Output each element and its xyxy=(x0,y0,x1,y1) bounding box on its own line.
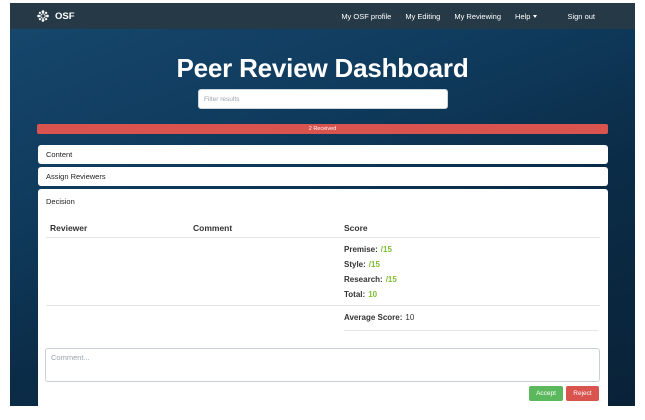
nav-my-reviewing[interactable]: My Reviewing xyxy=(454,12,501,21)
top-navbar: OSF My OSF profile My Editing My Reviewi… xyxy=(10,3,635,29)
table-divider xyxy=(46,305,600,306)
score-style-label: Style: xyxy=(344,260,366,269)
nav-help-dropdown[interactable]: Help xyxy=(515,11,538,21)
panel-content-title: Content xyxy=(46,150,73,159)
caret-down-icon xyxy=(533,14,538,18)
column-header-comment: Comment xyxy=(193,223,233,233)
score-total-label: Total: xyxy=(344,290,366,299)
score-style-value: /15 xyxy=(368,260,380,269)
filter-results-input[interactable] xyxy=(198,89,448,109)
panel-decision: Decision Reviewer Comment Score Premise:… xyxy=(38,189,608,406)
score-research-value: /15 xyxy=(385,275,397,284)
column-header-score: Score xyxy=(344,223,368,233)
panel-content[interactable]: Content xyxy=(38,145,608,164)
reject-button[interactable]: Reject xyxy=(566,386,599,401)
panel-decision-title[interactable]: Decision xyxy=(46,197,75,206)
average-score-value: 10 xyxy=(405,313,415,322)
score-style: Style:/15 xyxy=(344,260,380,269)
brand-name: OSF xyxy=(55,10,75,22)
score-research-label: Research: xyxy=(344,275,383,284)
nav-help-label: Help xyxy=(515,11,531,21)
score-total: Total: 10 xyxy=(344,290,377,299)
panel-assign-reviewers[interactable]: Assign Reviewers xyxy=(38,167,608,186)
osf-logo-icon xyxy=(37,10,49,22)
score-premise-label: Premise: xyxy=(344,245,378,254)
table-divider xyxy=(46,237,600,238)
column-header-reviewer: Reviewer xyxy=(50,223,88,233)
average-score-label: Average Score: xyxy=(344,313,403,322)
nav-sign-out[interactable]: Sign out xyxy=(567,12,595,21)
average-score: Average Score: 10 xyxy=(344,313,414,322)
comment-textarea[interactable] xyxy=(45,348,600,382)
app-window: OSF My OSF profile My Editing My Reviewi… xyxy=(10,3,635,406)
nav-my-editing[interactable]: My Editing xyxy=(405,12,440,21)
table-divider xyxy=(344,330,598,331)
accept-button[interactable]: Accept xyxy=(529,386,563,401)
score-premise: Premise:/15 xyxy=(344,245,392,254)
nav-links: My OSF profile My Editing My Reviewing H… xyxy=(327,12,595,21)
score-total-value: 10 xyxy=(368,290,378,299)
nav-my-osf-profile[interactable]: My OSF profile xyxy=(341,12,391,21)
brand-link[interactable]: OSF xyxy=(37,10,75,22)
panel-assign-reviewers-title: Assign Reviewers xyxy=(46,172,106,181)
score-research: Research:/15 xyxy=(344,275,397,284)
page-title: Peer Review Dashboard xyxy=(176,53,469,83)
score-premise-value: /15 xyxy=(380,245,392,254)
received-status-bar: 2 Received xyxy=(37,124,608,134)
